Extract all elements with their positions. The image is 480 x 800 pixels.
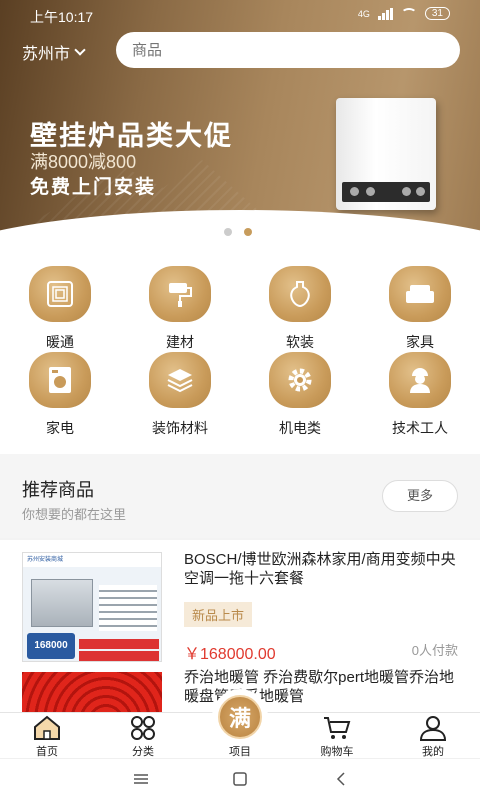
bottom-tab-bar: 首页 分类 项目 满 购物车 我的 [0, 689, 480, 759]
recommend-section-header: 推荐商品 你想要的都在这里 更多 [0, 454, 480, 538]
more-button[interactable]: 更多 [382, 480, 458, 512]
category-label: 机电类 [279, 420, 321, 436]
network-label: 4G [357, 8, 370, 19]
category-soft-decor[interactable]: 软装 [250, 266, 350, 352]
section-title: 推荐商品 [22, 480, 94, 500]
product-image [22, 672, 162, 712]
city-label: 苏州市 [22, 46, 71, 63]
paid-count: 0人付款 [411, 643, 458, 658]
status-bar: 上午10:17 4G 31 [0, 0, 480, 28]
worker-icon [389, 352, 451, 408]
tiles-icon [149, 352, 211, 408]
status-time: 上午10:17 [30, 9, 94, 25]
category-label: 软装 [286, 334, 314, 350]
category-label: 家电 [46, 420, 74, 436]
category-icon [131, 716, 155, 740]
back-icon[interactable] [332, 771, 350, 787]
carousel-dot-active[interactable] [244, 228, 252, 236]
cart-icon [324, 717, 351, 739]
category-decor-materials[interactable]: 装饰材料 [130, 352, 230, 438]
sofa-icon [389, 266, 451, 322]
banner-subtitle: 满8000减800 [30, 152, 137, 172]
wifi-icon [400, 7, 417, 20]
product-image: 苏州安装商城 168000 [22, 552, 162, 662]
gear-icon [269, 352, 331, 408]
carousel-dot[interactable] [224, 228, 232, 236]
city-selector[interactable]: 苏州市 [22, 40, 86, 64]
category-label: 建材 [166, 334, 194, 350]
signal-icon [377, 7, 393, 20]
tab-home[interactable]: 首页 [12, 715, 82, 759]
category-label: 技术工人 [392, 420, 448, 436]
tab-label: 分类 [132, 746, 154, 758]
tab-label: 我的 [422, 746, 444, 758]
home-icon [34, 715, 60, 740]
tab-label: 首页 [36, 746, 58, 758]
chevron-down-icon [74, 44, 86, 56]
category-electromechanical[interactable]: 机电类 [250, 352, 350, 438]
category-building-materials[interactable]: 建材 [130, 266, 230, 352]
tab-mine[interactable]: 我的 [398, 715, 468, 759]
banner-subtitle-2: 免费上门安装 [30, 177, 157, 198]
carousel-dots [224, 228, 252, 236]
vase-icon [269, 266, 331, 322]
heating-icon [29, 266, 91, 322]
product-price: ￥168000.00 [184, 646, 276, 663]
category-label: 暖通 [46, 334, 74, 350]
tab-project[interactable]: 项目 [205, 743, 275, 759]
search-input[interactable] [116, 32, 460, 68]
tab-cart[interactable]: 购物车 [302, 715, 372, 759]
paint-brush-icon [149, 266, 211, 322]
system-nav-bar [0, 758, 480, 800]
category-appliances[interactable]: 家电 [10, 352, 110, 438]
product-card[interactable]: 苏州安装商城 168000 BOSCH/博世欧洲森林家用/商用变频中央空调一拖十… [0, 550, 480, 663]
product-image-price: 168000 [27, 633, 75, 659]
tab-label: 项目 [229, 746, 251, 758]
tab-category[interactable]: 分类 [108, 715, 178, 759]
menu-icon[interactable] [132, 771, 150, 787]
home-nav-icon[interactable] [231, 771, 249, 787]
product-image-header: 苏州安装商城 [23, 553, 161, 567]
battery-icon: 31 [424, 7, 450, 20]
tab-label: 购物车 [320, 746, 354, 758]
product-list: 苏州安装商城 168000 BOSCH/博世欧洲森林家用/商用变频中央空调一拖十… [0, 540, 480, 712]
category-heating[interactable]: 暖通 [10, 266, 110, 352]
section-subtitle: 你想要的都在这里 [22, 507, 127, 522]
user-icon [419, 716, 447, 741]
category-label: 装饰材料 [152, 420, 208, 436]
project-icon[interactable]: 满 [218, 695, 262, 739]
washing-machine-icon [29, 352, 91, 408]
product-name: BOSCH/博世欧洲森林家用/商用变频中央空调一拖十六套餐 [184, 551, 456, 587]
boiler-image [336, 98, 436, 210]
category-label: 家具 [406, 334, 434, 350]
category-furniture[interactable]: 家具 [370, 266, 470, 352]
category-grid: 暖通 建材 软装 家具 家电 装饰材料 机电类 技术工人 [0, 240, 480, 454]
new-product-badge: 新品上市 [184, 602, 253, 627]
category-technicians[interactable]: 技术工人 [370, 352, 470, 438]
